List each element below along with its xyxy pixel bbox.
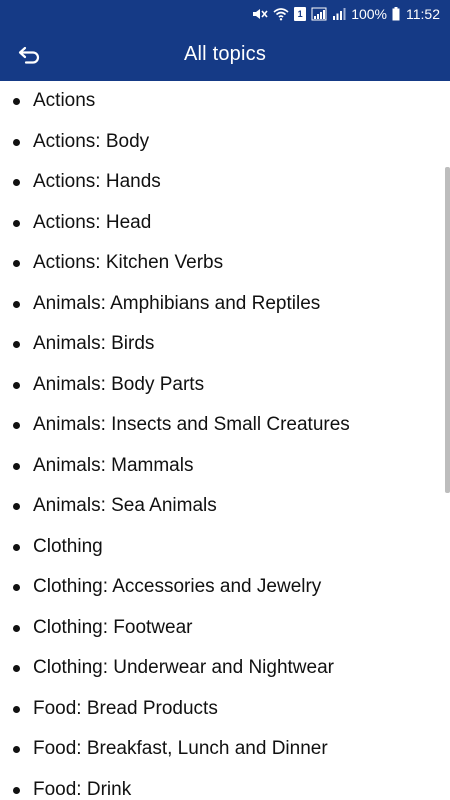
topic-label: Actions — [33, 90, 96, 111]
bullet-icon — [13, 422, 20, 429]
list-item[interactable]: Food: Breakfast, Lunch and Dinner — [0, 729, 450, 770]
list-item[interactable]: Actions: Kitchen Verbs — [0, 243, 450, 284]
bullet-icon — [13, 665, 20, 672]
topic-label: Food: Drink — [33, 778, 132, 800]
topic-label: Clothing: Accessories and Jewelry — [33, 576, 322, 597]
list-item[interactable]: Actions — [0, 81, 450, 122]
list-item[interactable]: Food: Drink — [0, 770, 450, 800]
mute-icon — [252, 7, 268, 21]
list-item[interactable]: Animals: Amphibians and Reptiles — [0, 284, 450, 325]
bullet-icon — [13, 746, 20, 753]
topic-label: Actions: Body — [33, 130, 150, 152]
topic-label: Animals: Mammals — [33, 454, 194, 476]
bullet-icon — [13, 624, 20, 632]
topic-label: Food: Breakfast, Lunch and Dinner — [33, 738, 328, 759]
list-item[interactable]: Clothing: Footwear — [0, 608, 450, 649]
status-bar: 1 100% 11:52 — [0, 0, 450, 28]
sim-badge: 1 — [294, 7, 307, 21]
bullet-icon — [13, 381, 20, 389]
bullet-icon — [13, 300, 20, 308]
scrollbar[interactable] — [445, 167, 450, 493]
list-item[interactable]: Actions: Body — [0, 122, 450, 163]
list-item[interactable]: Clothing: Underwear and Nightwear — [0, 648, 450, 689]
topic-label: Animals: Birds — [33, 333, 155, 354]
list-item[interactable]: Animals: Mammals — [0, 446, 450, 487]
list-item[interactable]: Animals: Sea Animals — [0, 486, 450, 527]
list-item[interactable]: Actions: Hands — [0, 162, 450, 203]
bullet-icon — [13, 260, 20, 267]
list-item[interactable]: Clothing: Accessories and Jewelry — [0, 567, 450, 608]
topic-label: Clothing — [33, 535, 103, 557]
topic-label: Actions: Kitchen Verbs — [33, 252, 224, 273]
topic-label: Animals: Insects and Small Creatures — [33, 414, 350, 435]
list-item[interactable]: Animals: Body Parts — [0, 365, 450, 406]
topic-label: Animals: Body Parts — [33, 373, 205, 395]
bullet-icon — [13, 219, 20, 227]
topic-label: Actions: Head — [33, 211, 152, 233]
battery-percent: 100% — [351, 6, 387, 22]
list-item[interactable]: Clothing — [0, 527, 450, 568]
bullet-icon — [13, 543, 20, 551]
list-item[interactable]: Animals: Insects and Small Creatures — [0, 405, 450, 446]
bullet-icon — [13, 138, 20, 146]
topic-label: Animals: Amphibians and Reptiles — [33, 292, 321, 314]
bullet-icon — [13, 98, 20, 105]
list-item[interactable]: Animals: Birds — [0, 324, 450, 365]
topic-label: Actions: Hands — [33, 171, 161, 192]
clock: 11:52 — [406, 6, 440, 22]
bullet-icon — [13, 179, 20, 186]
battery-icon — [392, 7, 400, 21]
app-bar: All topics — [0, 28, 450, 81]
bullet-icon — [13, 462, 20, 470]
cellular-signal-icon — [332, 7, 346, 21]
page-title: All topics — [183, 43, 267, 65]
wifi-icon — [273, 7, 289, 21]
topic-list: Actions Actions: Body Actions: Hands Action… — [0, 81, 450, 800]
bullet-icon — [13, 584, 20, 591]
bullet-icon — [13, 705, 20, 713]
topic-label: Food: Bread Products — [33, 697, 218, 719]
bullet-icon — [13, 341, 20, 348]
sim-icon: 1 — [294, 7, 307, 21]
signal-icon — [311, 7, 327, 21]
bullet-icon — [13, 503, 20, 510]
bullet-icon — [13, 786, 20, 794]
list-item[interactable]: Actions: Head — [0, 203, 450, 244]
topic-label: Clothing: Footwear — [33, 616, 193, 638]
list-item[interactable]: Food: Bread Products — [0, 689, 450, 730]
topics-list-container[interactable]: Actions Actions: Body Actions: Hands Action… — [0, 81, 450, 800]
topic-label: Animals: Sea Animals — [33, 495, 217, 516]
topic-label: Clothing: Underwear and Nightwear — [33, 657, 334, 678]
